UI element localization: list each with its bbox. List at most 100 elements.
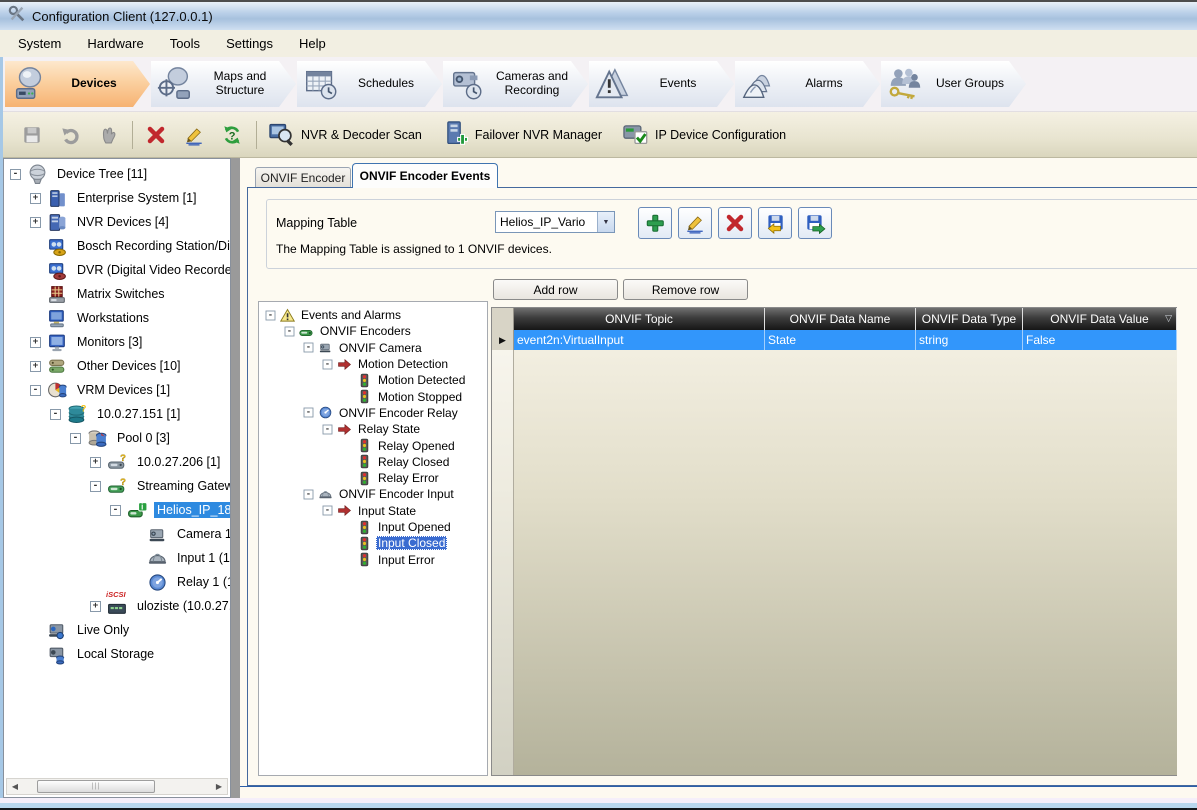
tree-item-relay-closed[interactable]: Relay Closed <box>259 454 487 470</box>
delete-button[interactable] <box>140 119 172 151</box>
nav-schedules-button[interactable]: Schedules <box>297 61 442 107</box>
tree-item-onvif-camera[interactable]: -ONVIF Camera <box>259 340 487 356</box>
column-header-onvif-topic[interactable]: ONVIF Topic <box>514 308 765 330</box>
tree-item-nvr-devices-4-[interactable]: +NVR Devices [4] <box>4 210 230 234</box>
tree-item-input-closed[interactable]: Input Closed <box>259 535 487 551</box>
column-header-onvif-data-name[interactable]: ONVIF Data Name <box>765 308 916 330</box>
expand-icon[interactable]: + <box>30 361 41 372</box>
nav-events-button[interactable]: Events <box>589 61 734 107</box>
nav-user-groups-button[interactable]: User Groups <box>881 61 1026 107</box>
tree-item-workstations[interactable]: Workstations <box>4 306 230 330</box>
tree-item-input-1-10-0-[interactable]: Input 1 (10.0. <box>4 546 230 570</box>
menu-hardware[interactable]: Hardware <box>74 32 156 55</box>
tree-item-relay-opened[interactable]: Relay Opened <box>259 437 487 453</box>
tree-item-events-and-alarms[interactable]: -Events and Alarms <box>259 307 487 323</box>
collapse-icon[interactable]: - <box>304 408 314 418</box>
collapse-icon[interactable]: - <box>50 409 61 420</box>
collapse-icon[interactable]: - <box>323 506 333 516</box>
table-cell[interactable]: State <box>765 330 916 350</box>
collapse-icon[interactable]: - <box>110 505 121 516</box>
row-selector-arrow-icon[interactable]: ▶ <box>492 330 514 350</box>
chevron-down-icon[interactable]: ▼ <box>597 212 614 232</box>
tree-item-matrix-switches[interactable]: Matrix Switches <box>4 282 230 306</box>
tree-item-enterprise-system-1-[interactable]: +Enterprise System [1] <box>4 186 230 210</box>
table-cell[interactable]: event2n:VirtualInput <box>514 330 765 350</box>
tree-item-dvr-digital-video-recorder-[interactable]: DVR (Digital Video Recorder) <box>4 258 230 282</box>
expand-icon[interactable]: + <box>30 217 41 228</box>
menu-help[interactable]: Help <box>286 32 339 55</box>
tree-item-helios-ip-18-3-[interactable]: -iHelios_IP_18 [3] <box>4 498 230 522</box>
collapse-icon[interactable]: - <box>285 326 295 336</box>
tab-onvif-encoder[interactable]: ONVIF Encoder <box>255 167 351 188</box>
tree-item-bosch-recording-station-dibos[interactable]: Bosch Recording Station/DiBos <box>4 234 230 258</box>
tree-item-onvif-encoder-input[interactable]: -ONVIF Encoder Input <box>259 486 487 502</box>
scroll-right-arrow-icon[interactable]: ▶ <box>211 779 227 794</box>
tree-item-local-storage[interactable]: Local Storage <box>4 642 230 666</box>
failover-nvr-manager-button[interactable]: Failover NVR Manager <box>442 120 602 149</box>
panel-splitter[interactable] <box>231 158 240 798</box>
tree-item-10-0-27-151-1-[interactable]: -?10.0.27.151 [1] <box>4 402 230 426</box>
expand-icon[interactable]: + <box>30 337 41 348</box>
tree-item-pool-0-3-[interactable]: -Pool 0 [3] <box>4 426 230 450</box>
expand-icon[interactable]: + <box>30 193 41 204</box>
column-header-onvif-data-type[interactable]: ONVIF Data Type <box>916 308 1023 330</box>
rename-button[interactable] <box>178 119 210 151</box>
nav-alarms-button[interactable]: Alarms <box>735 61 880 107</box>
tree-item-motion-stopped[interactable]: Motion Stopped <box>259 388 487 404</box>
tree-horizontal-scrollbar[interactable]: ◀ ||| ▶ <box>6 778 228 795</box>
tree-item-input-opened[interactable]: Input Opened <box>259 519 487 535</box>
nav-devices-button[interactable]: Devices <box>5 61 150 107</box>
tree-item-device-tree-11-[interactable]: -Device Tree [11] <box>4 162 230 186</box>
tree-item-uloziste-10-0-27-151[interactable]: +iSCSIuloziste (10.0.27.151 <box>4 594 230 618</box>
collapse-icon[interactable]: - <box>304 343 314 353</box>
collapse-icon[interactable]: - <box>323 359 333 369</box>
tree-item-monitors-3-[interactable]: +Monitors [3] <box>4 330 230 354</box>
expand-icon[interactable]: + <box>90 601 101 612</box>
tree-item-live-only[interactable]: Live Only <box>4 618 230 642</box>
ip-device-configuration-button[interactable]: IP Device Configuration <box>622 120 786 149</box>
table-cell[interactable]: string <box>916 330 1023 350</box>
tree-item-motion-detection[interactable]: -Motion Detection <box>259 356 487 372</box>
export-mapping-table-button[interactable] <box>798 207 832 239</box>
tree-item-camera-1-10[interactable]: Camera 1 (10 <box>4 522 230 546</box>
remove-row-button[interactable]: Remove row <box>623 279 748 300</box>
mapping-table-dropdown[interactable]: Helios_IP_Vario ▼ <box>495 211 615 233</box>
nav-cameras-and-recording-button[interactable]: Cameras and Recording <box>443 61 588 107</box>
collapse-icon[interactable]: - <box>90 481 101 492</box>
table-row[interactable]: ▶event2n:VirtualInputStatestringFalse <box>492 330 1177 350</box>
collapse-icon[interactable]: - <box>70 433 81 444</box>
tree-item-vrm-devices-1-[interactable]: -VRM Devices [1] <box>4 378 230 402</box>
scroll-thumb[interactable]: ||| <box>37 780 155 793</box>
tree-item-motion-detected[interactable]: Motion Detected <box>259 372 487 388</box>
add-row-button[interactable]: Add row <box>493 279 618 300</box>
collapse-icon[interactable]: - <box>266 310 276 320</box>
nav-maps-and-structure-button[interactable]: Maps and Structure <box>151 61 296 107</box>
nvr-decoder-scan-button[interactable]: NVR & Decoder Scan <box>268 120 422 149</box>
tree-item-relay-state[interactable]: -Relay State <box>259 421 487 437</box>
collapse-icon[interactable]: - <box>323 424 333 434</box>
refresh-states-button[interactable]: ? <box>216 119 248 151</box>
tree-item-relay-error[interactable]: Relay Error <box>259 470 487 486</box>
add-mapping-table-button[interactable] <box>638 207 672 239</box>
tree-item-input-error[interactable]: Input Error <box>259 551 487 567</box>
table-cell[interactable]: False <box>1023 330 1177 350</box>
delete-mapping-table-button[interactable] <box>718 207 752 239</box>
menu-system[interactable]: System <box>5 32 74 55</box>
tree-item-other-devices-10-[interactable]: +Other Devices [10] <box>4 354 230 378</box>
collapse-icon[interactable]: - <box>10 169 21 180</box>
tree-item-streaming-gateway-[interactable]: -?Streaming Gateway/ <box>4 474 230 498</box>
tree-item-onvif-encoders[interactable]: -ONVIF Encoders <box>259 323 487 339</box>
collapse-icon[interactable]: - <box>30 385 41 396</box>
tree-item-10-0-27-206-1-[interactable]: +?10.0.27.206 [1] <box>4 450 230 474</box>
import-mapping-table-button[interactable] <box>758 207 792 239</box>
menu-tools[interactable]: Tools <box>157 32 213 55</box>
edit-mapping-table-button[interactable] <box>678 207 712 239</box>
menu-settings[interactable]: Settings <box>213 32 286 55</box>
tree-item-input-state[interactable]: -Input State <box>259 503 487 519</box>
scroll-left-arrow-icon[interactable]: ◀ <box>7 779 23 794</box>
column-header-onvif-data-value[interactable]: ONVIF Data Value▽ <box>1023 308 1177 330</box>
collapse-icon[interactable]: - <box>304 489 314 499</box>
tab-onvif-encoder-events[interactable]: ONVIF Encoder Events <box>352 163 498 188</box>
tree-item-onvif-encoder-relay[interactable]: -ONVIF Encoder Relay <box>259 405 487 421</box>
expand-icon[interactable]: + <box>90 457 101 468</box>
